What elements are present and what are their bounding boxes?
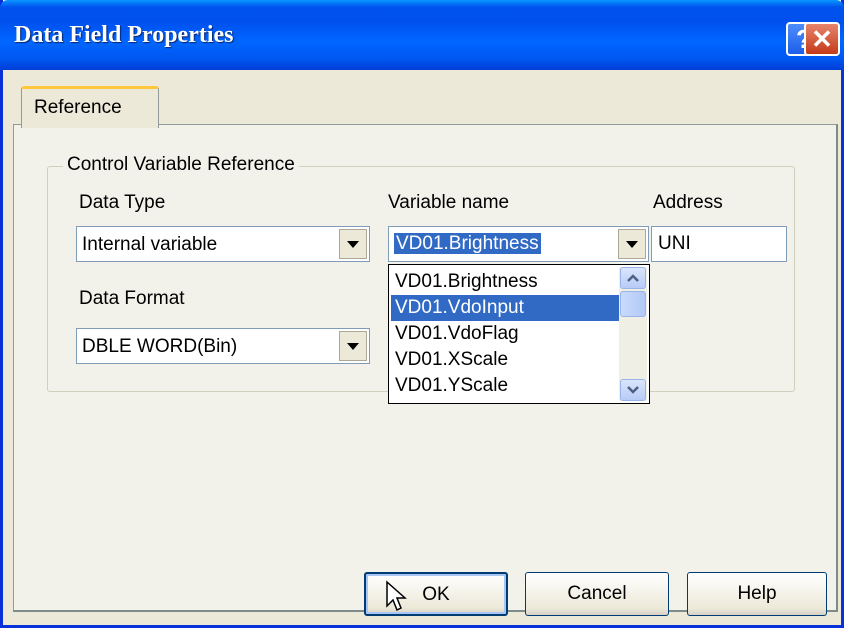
list-item[interactable]: VD01.Brightness [391, 269, 621, 295]
scroll-down-icon[interactable] [620, 379, 646, 401]
chevron-down-icon[interactable] [339, 229, 367, 259]
variable-name-combobox[interactable]: VD01.Brightness [388, 226, 649, 262]
window-title: Data Field Properties [14, 22, 234, 48]
data-format-value: DBLE WORD(Bin) [82, 336, 238, 357]
variable-name-value: VD01.Brightness [393, 232, 542, 255]
chevron-down-icon[interactable] [339, 331, 367, 361]
data-format-combobox[interactable]: DBLE WORD(Bin) [76, 328, 370, 364]
help-button[interactable]: Help [687, 572, 827, 616]
address-label: Address [653, 192, 723, 213]
tab-reference-label: Reference [34, 97, 122, 118]
close-x-icon[interactable]: ✕ [804, 22, 840, 56]
data-type-combobox[interactable]: Internal variable [76, 226, 370, 262]
title-bar[interactable]: Data Field Properties ? ✕ [0, 0, 844, 70]
dropdown-scrollbar[interactable] [619, 267, 647, 401]
list-item[interactable]: VD01.VdoFlag [391, 321, 621, 347]
variable-name-dropdown-list[interactable]: VD01.Brightness VD01.VdoInput VD01.VdoFl… [388, 264, 650, 404]
scrollbar-thumb[interactable] [620, 291, 646, 317]
mouse-cursor-icon [386, 580, 407, 612]
address-input[interactable]: UNI [651, 226, 787, 262]
data-format-label: Data Format [79, 288, 185, 309]
data-type-value: Internal variable [82, 234, 218, 255]
cancel-button[interactable]: Cancel [525, 572, 669, 616]
chevron-down-icon[interactable] [618, 229, 646, 259]
groupbox-title: Control Variable Reference [63, 154, 299, 176]
list-item[interactable]: VD01.XScale [391, 347, 621, 373]
list-item[interactable]: VD01.VdoInput [391, 295, 621, 321]
variable-name-label: Variable name [388, 192, 510, 213]
address-value: UNI [658, 233, 691, 254]
tab-reference[interactable]: Reference [21, 86, 159, 128]
dialog-window: Data Field Properties ? ✕ Reference Cont… [0, 0, 844, 628]
data-type-label: Data Type [79, 192, 166, 213]
scroll-up-icon[interactable] [620, 267, 646, 289]
list-item[interactable]: VD01.YScale [391, 373, 621, 399]
